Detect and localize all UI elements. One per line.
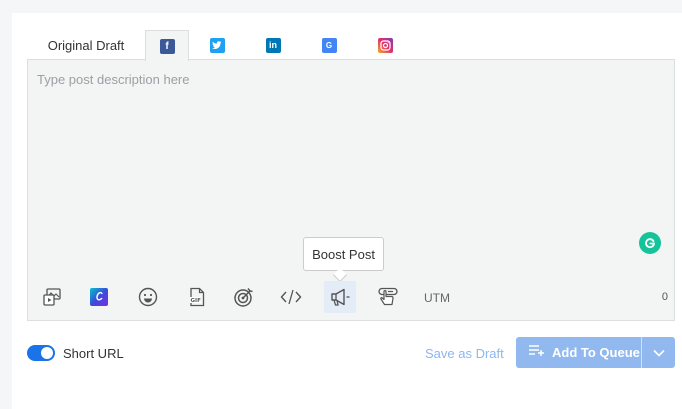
facebook-icon: f [159,38,175,54]
post-editor[interactable]: Type post description here Boost Post GI… [27,59,675,321]
grammarly-icon[interactable] [639,232,661,254]
tab-original-draft[interactable]: Original Draft [27,30,145,60]
media-library-icon[interactable] [38,283,66,311]
tab-google-business[interactable]: G [301,30,357,60]
tab-linkedin[interactable]: in [245,30,301,60]
chevron-down-icon [652,344,665,362]
short-url-label: Short URL [63,346,124,361]
tab-instagram[interactable] [357,30,413,60]
targeting-icon[interactable] [230,283,258,311]
post-composer: Original Draft f in G Type post descript… [12,13,682,409]
tab-original-draft-label: Original Draft [47,37,125,53]
boost-post-icon[interactable] [324,281,356,313]
google-business-icon: G [321,37,337,53]
add-to-queue-label: Add To Queue [552,345,640,360]
character-count: 0 [661,291,668,303]
first-comment-icon[interactable] [374,283,402,311]
utm-button[interactable]: UTM [424,291,450,305]
svg-text:GIF: GIF [191,298,202,304]
emoji-icon[interactable] [134,283,162,311]
add-to-list-icon [528,343,546,362]
instagram-icon [377,37,393,53]
add-to-queue-button[interactable]: Add To Queue [516,337,675,368]
add-to-queue-main[interactable]: Add To Queue [516,337,642,368]
tab-facebook[interactable]: f [145,30,189,61]
queue-options-dropdown[interactable] [642,337,675,368]
post-description-placeholder: Type post description here [37,72,190,87]
save-as-draft-button[interactable]: Save as Draft [425,346,504,361]
short-url-toggle[interactable] [27,345,55,361]
editor-toolbar: GIF UTM 0 [28,280,674,314]
embed-code-icon[interactable] [277,283,305,311]
twitter-icon [209,37,225,53]
toggle-knob [41,347,53,359]
gif-icon[interactable]: GIF [183,283,211,311]
canva-icon[interactable] [85,283,113,311]
tab-twitter[interactable] [189,30,245,60]
boost-post-tooltip: Boost Post [303,237,384,271]
linkedin-icon: in [265,37,281,53]
network-tabs: Original Draft f in G [27,30,413,61]
